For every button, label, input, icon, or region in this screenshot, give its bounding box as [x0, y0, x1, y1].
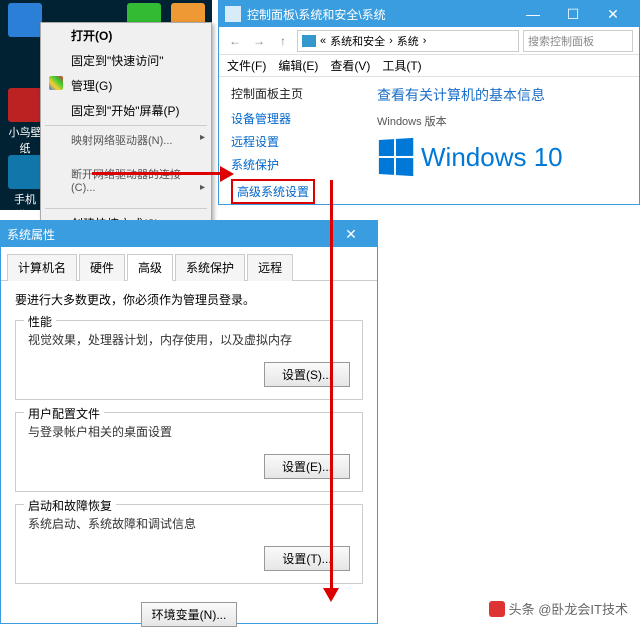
dialog-titlebar[interactable]: 系统属性 ✕	[1, 221, 377, 247]
group-profiles: 用户配置文件 与登录帐户相关的桌面设置 设置(E)...	[15, 412, 363, 492]
window-title: 控制面板\系统和安全\系统	[247, 6, 386, 23]
group-desc: 系统启动、系统故障和调试信息	[28, 515, 350, 532]
watermark: 头条 @卧龙会IT技术	[489, 599, 628, 618]
menu-view[interactable]: 查看(V)	[330, 57, 370, 74]
settings-t-button[interactable]: 设置(T)...	[264, 546, 350, 571]
ctx-pin-quick[interactable]: 固定到"快速访问"	[41, 48, 211, 73]
dialog-title: 系统属性	[7, 226, 55, 243]
forward-button[interactable]: →	[249, 31, 269, 51]
ctx-open[interactable]: 打开(O)	[41, 23, 211, 48]
watermark-text: 头条 @卧龙会IT技术	[509, 599, 628, 618]
group-title: 用户配置文件	[24, 405, 104, 422]
env-variables-button[interactable]: 环境变量(N)...	[141, 602, 238, 627]
minimize-button[interactable]: —	[513, 6, 553, 22]
admin-message: 要进行大多数更改，你必须作为管理员登录。	[15, 291, 363, 308]
separator	[45, 125, 207, 126]
ctx-map-drive[interactable]: 映射网络驱动器(N)...	[41, 128, 211, 152]
watermark-icon	[489, 601, 505, 617]
edition-label: Windows 版本	[377, 113, 631, 129]
shield-icon	[49, 76, 63, 90]
control-panel-window: 控制面板\系统和安全\系统 — ☐ ✕ ← → ↑ « 系统和安全› 系统› 搜…	[218, 0, 640, 205]
icon-label: 小鸟壁纸	[9, 127, 42, 155]
close-button[interactable]: ✕	[331, 226, 371, 243]
search-input[interactable]: 搜索控制面板	[523, 30, 633, 52]
tab-computername[interactable]: 计算机名	[7, 254, 77, 281]
up-button[interactable]: ↑	[273, 31, 293, 51]
pc-icon	[302, 35, 316, 47]
menu-file[interactable]: 文件(F)	[227, 57, 266, 74]
cp-content: 查看有关计算机的基本信息 Windows 版本 Windows 10	[369, 77, 639, 204]
tab-hardware[interactable]: 硬件	[79, 254, 125, 281]
windows-icon	[379, 138, 413, 176]
tabs: 计算机名 硬件 高级 系统保护 远程	[1, 247, 377, 281]
menu-tools[interactable]: 工具(T)	[382, 57, 421, 74]
ctx-manage[interactable]: 管理(G)	[41, 73, 211, 98]
ctx-pin-start[interactable]: 固定到"开始"屏幕(P)	[41, 98, 211, 123]
link-device-manager[interactable]: 设备管理器	[231, 110, 357, 127]
system-properties-dialog: 系统属性 ✕ 计算机名 硬件 高级 系统保护 远程 要进行大多数更改，你必须作为…	[0, 220, 378, 624]
desktop-icon-bird[interactable]: 小鸟壁纸	[5, 88, 45, 156]
link-remote[interactable]: 远程设置	[231, 133, 357, 150]
nav-toolbar: ← → ↑ « 系统和安全› 系统› 搜索控制面板	[219, 27, 639, 55]
dialog-body: 要进行大多数更改，你必须作为管理员登录。 性能 视觉效果，处理器计划，内存使用，…	[1, 281, 377, 637]
group-desc: 视觉效果，处理器计划，内存使用，以及虚拟内存	[28, 331, 350, 348]
group-startup: 启动和故障恢复 系统启动、系统故障和调试信息 设置(T)...	[15, 504, 363, 584]
tab-protection[interactable]: 系统保护	[175, 254, 245, 281]
link-protect[interactable]: 系统保护	[231, 156, 357, 173]
group-performance: 性能 视觉效果，处理器计划，内存使用，以及虚拟内存 设置(S)...	[15, 320, 363, 400]
windows-logo: Windows 10	[377, 139, 631, 175]
window-icon	[225, 6, 241, 22]
group-title: 性能	[24, 313, 56, 330]
link-advanced-system[interactable]: 高级系统设置	[231, 179, 315, 204]
desktop-icon-phone[interactable]: 手机模...	[5, 155, 45, 223]
breadcrumb[interactable]: « 系统和安全› 系统›	[297, 30, 519, 52]
icon-label: 手机模...	[14, 194, 36, 222]
settings-e-button[interactable]: 设置(E)...	[264, 454, 350, 479]
desktop-icon-computer[interactable]	[5, 3, 45, 39]
group-title: 启动和故障恢复	[24, 497, 116, 514]
close-button[interactable]: ✕	[593, 6, 633, 23]
sidebar-header: 控制面板主页	[231, 85, 357, 102]
page-heading: 查看有关计算机的基本信息	[377, 85, 631, 105]
tab-advanced[interactable]: 高级	[127, 254, 173, 281]
separator	[45, 208, 207, 209]
maximize-button[interactable]: ☐	[553, 6, 593, 23]
menubar: 文件(F) 编辑(E) 查看(V) 工具(T)	[219, 55, 639, 77]
group-desc: 与登录帐户相关的桌面设置	[28, 423, 350, 440]
settings-s-button[interactable]: 设置(S)...	[264, 362, 350, 387]
titlebar[interactable]: 控制面板\系统和安全\系统 — ☐ ✕	[219, 1, 639, 27]
menu-edit[interactable]: 编辑(E)	[278, 57, 318, 74]
ctx-disconnect[interactable]: 断开网络驱动器的连接(C)...	[41, 162, 211, 198]
tab-remote[interactable]: 远程	[247, 254, 293, 281]
sidebar: 控制面板主页 设备管理器 远程设置 系统保护 高级系统设置	[219, 77, 369, 204]
back-button[interactable]: ←	[225, 31, 245, 51]
